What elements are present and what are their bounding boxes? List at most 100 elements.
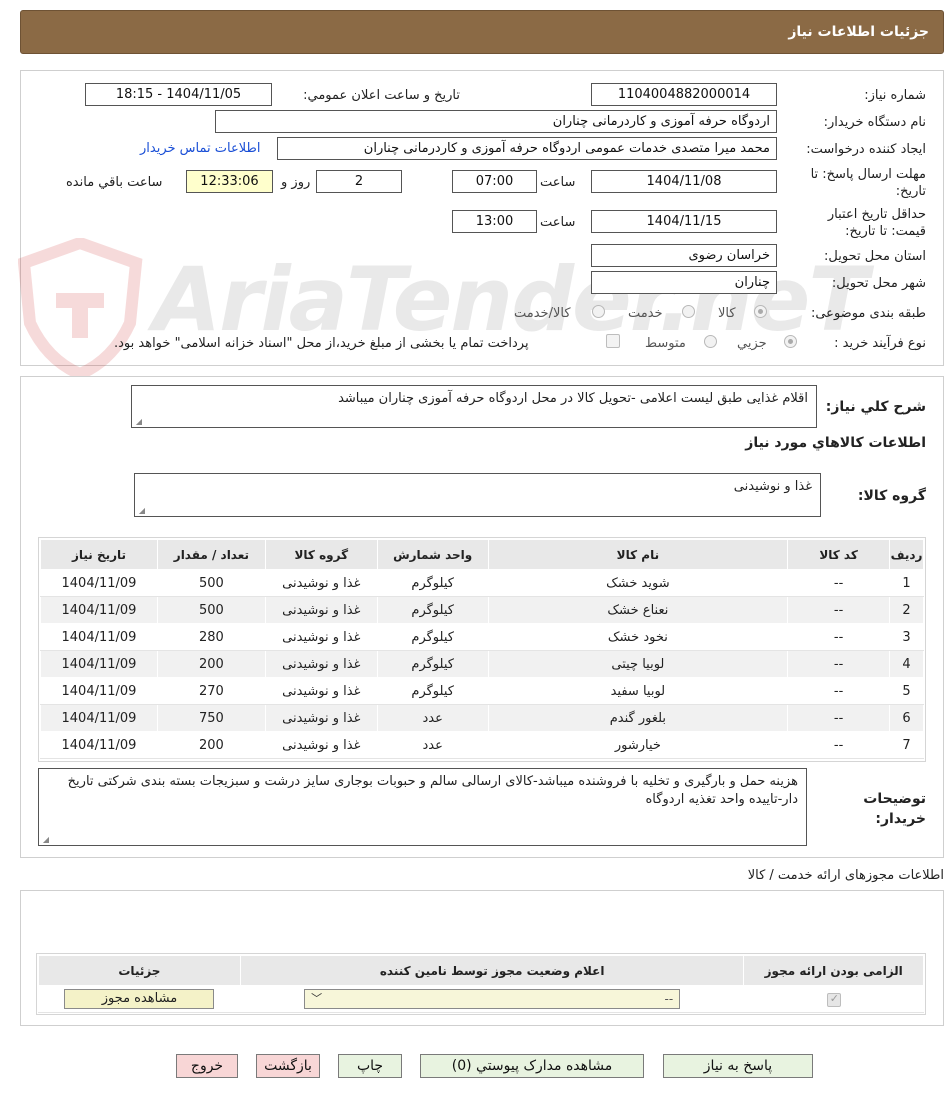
back-button[interactable]: بازگشت [256,1054,320,1078]
process-minor-radio[interactable] [784,335,797,348]
buyer-notes-text: هزینه حمل و بارگیری و تخلیه با فروشنده م… [67,774,798,807]
resize-handle-icon[interactable]: ◢ [137,507,145,515]
licenses-table: الزامی بودن ارائه مجوز اعلام وضعیت مجوز … [38,955,924,1013]
need-date: 1404/11/09 [40,731,158,759]
unit: کیلوگرم [376,623,489,651]
view-attachments-button[interactable]: مشاهده مدارک پیوستي (0) [420,1054,644,1078]
reply-time-field: 07:00 [452,170,537,193]
goods-code: -- [787,650,891,678]
goods-name: بلغور گندم [487,704,789,732]
remaining-time-label: ساعت باقي مانده [66,175,163,190]
goods-group: غذا و نوشیدنی [264,704,378,732]
price-validity-label: حداقل تاریخ اعتبار قیمت: تا تاریخ: [827,207,926,239]
treasury-payment-checkbox[interactable] [606,334,620,348]
page-title: جزئیات اطلاعات نیاز [788,24,929,40]
announce-date-field: 1404/11/05 - 18:15 [85,83,272,106]
need-number-field: 1104004882000014 [591,83,777,106]
goods-name: خیارشور [487,731,789,759]
buyer-notes-textarea: هزینه حمل و بارگیری و تخلیه با فروشنده م… [38,768,807,846]
summary-textarea: اقلام غذایی طبق لیست اعلامی -تحویل کالا … [131,385,817,428]
remaining-time-field: 12:33:06 [186,170,273,193]
unit: کیلوگرم [376,650,489,678]
print-button[interactable]: چاپ [338,1054,402,1078]
process-minor-label: جزیي [737,336,767,351]
row-number: 5 [889,677,924,705]
view-license-button[interactable]: مشاهده مجوز [64,989,215,1009]
creator-label: ایجاد کننده درخواست: [806,142,926,157]
days-label: روز و [281,175,311,190]
category-goods-label: کالا [718,306,736,321]
process-medium-label: متوسط [645,336,686,351]
quantity: 270 [156,677,266,705]
license-status-cell: -- ﹀ [239,985,745,1013]
creator-field: محمد میرا متصدی خدمات عمومی اردوگاه حرفه… [277,137,777,160]
goods-group-textarea: غذا و نوشیدنی ◢ [134,473,821,517]
goods-group: غذا و نوشیدنی [264,569,378,597]
col-license-status: اعلام وضعیت مجوز توسط نامین کننده [239,955,745,986]
license-required-checkbox: ✓ [826,992,841,1007]
goods-name: نخود خشک [487,623,789,651]
need-date: 1404/11/09 [40,569,158,597]
category-service-radio[interactable] [682,305,695,318]
city-field: چناران [591,271,777,294]
col-need-date: تاریخ نیاز [40,539,158,570]
reply-button[interactable]: پاسخ به نیاز [663,1054,813,1078]
goods-code: -- [787,704,891,732]
licenses-title: اطلاعات مجوزهای ارائه خدمت / کالا [747,868,944,883]
exit-button[interactable]: خروج [176,1054,238,1078]
category-label: طبقه بندی موضوعی: [810,306,926,321]
reply-deadline-label: مهلت ارسال پاسخ: تا تاریخ: [810,167,926,199]
goods-code: -- [787,731,891,759]
goods-group-label: گروه کالا: [857,488,926,504]
table-row: 1 -- شوید خشک کیلوگرم غذا و نوشیدنی 500 … [40,569,924,597]
category-service-label: خدمت [628,306,663,321]
need-date: 1404/11/09 [40,623,158,651]
select-value: -- [664,992,674,1006]
validity-date-field: 1404/11/15 [591,210,777,233]
province-field: خراسان رضوی [591,244,777,267]
quantity: 750 [156,704,266,732]
table-row: ✓ -- ﹀ مشاهده مجوز [38,985,924,1013]
license-details-cell: مشاهده مجوز [38,985,241,1013]
category-goods-radio[interactable] [754,305,767,318]
resize-handle-icon[interactable]: ◢ [41,836,49,844]
category-goods-service-label: کالا/خدمت [514,306,571,321]
col-license-required: الزامی بودن ارائه مجوز [743,955,924,986]
col-row-number: ردیف [889,539,924,570]
goods-group: غذا و نوشیدنی [264,650,378,678]
buyer-notes-label: توضیحات خریدار: [863,791,926,827]
table-row: 2 -- نعناع خشک کیلوگرم غذا و نوشیدنی 500… [40,596,924,624]
process-type-label: نوع فرآیند خرید : [834,336,926,351]
treasury-payment-note: پرداخت تمام یا بخشی از مبلغ خرید،از محل … [114,336,529,351]
reply-date-field: 1404/11/08 [591,170,777,193]
goods-table-header: ردیف کد کالا نام کالا واحد شمارش گروه کا… [40,539,924,570]
city-label: شهر محل تحویل: [831,276,926,291]
chevron-down-icon: ﹀ [311,992,323,1005]
category-goods-service-radio[interactable] [592,305,605,318]
buyer-org-field: اردوگاه حرفه آموزی و کاردرمانی چناران [215,110,777,133]
resize-handle-icon[interactable]: ◢ [134,418,142,426]
summary-label: شرح کلي نیاز: [825,399,926,415]
validity-time-label: ساعت [540,215,576,230]
col-unit: واحد شمارش [376,539,489,570]
goods-code: -- [787,569,891,597]
days-remaining-field: 2 [316,170,402,193]
need-date: 1404/11/09 [40,677,158,705]
need-number-label: شماره نیاز: [864,88,926,103]
process-medium-radio[interactable] [704,335,717,348]
row-number: 7 [889,731,924,759]
announce-date-label: تاریخ و ساعت اعلان عمومي: [303,88,460,103]
goods-group-text: غذا و نوشیدنی [733,479,812,494]
goods-code: -- [787,596,891,624]
table-row: 4 -- لوبیا چیتی کیلوگرم غذا و نوشیدنی 20… [40,650,924,678]
row-number: 6 [889,704,924,732]
quantity: 500 [156,569,266,597]
license-status-select[interactable]: -- ﹀ [304,989,681,1009]
col-goods-group: گروه کالا [264,539,378,570]
goods-table: ردیف کد کالا نام کالا واحد شمارش گروه کا… [40,539,924,759]
quantity: 500 [156,596,266,624]
goods-group: غذا و نوشیدنی [264,677,378,705]
page-title-bar: جزئیات اطلاعات نیاز [20,10,944,54]
buyer-contact-link[interactable]: اطلاعات تماس خریدار [140,141,260,156]
buyer-org-label: نام دستگاه خریدار: [823,115,926,130]
